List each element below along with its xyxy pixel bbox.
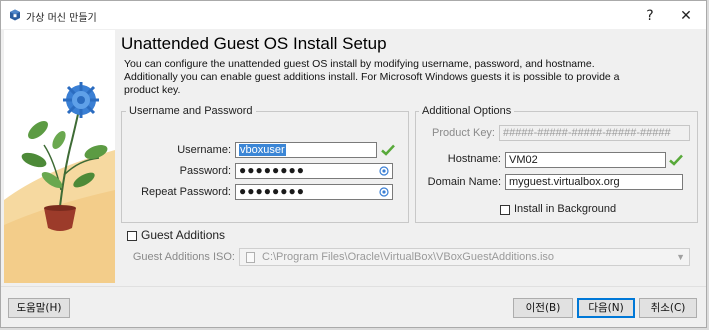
domain-name-value: myguest.virtualbox.org xyxy=(509,176,620,188)
button-bar: 도움말(H) 이전(B) 다음(N) 취소(C) xyxy=(1,286,706,327)
window-title: 가상 머신 만들기 xyxy=(26,13,97,24)
create-vm-dialog: 가상 머신 만들기 ? ✕ Unattended Guest OS Instal… xyxy=(0,0,707,328)
password-label: Password: xyxy=(179,165,231,177)
help-title-button[interactable]: ? xyxy=(635,5,665,27)
additional-options-group-title: Additional Options xyxy=(419,105,515,117)
username-value: vboxuser xyxy=(239,144,286,156)
repeat-password-value: ●●●●●●●● xyxy=(239,184,305,198)
wizard-illustration xyxy=(4,30,115,283)
iso-file-icon xyxy=(246,252,255,263)
hostname-valid-check-icon xyxy=(669,154,683,166)
password-value: ●●●●●●●● xyxy=(239,163,305,177)
guest-additions-checkbox[interactable] xyxy=(127,231,137,241)
show-repeat-password-icon[interactable] xyxy=(379,187,389,197)
hostname-field[interactable]: VM02 xyxy=(505,152,666,168)
title-bar: 가상 머신 만들기 ? ✕ xyxy=(1,1,706,29)
guest-additions-iso-path: C:\Program Files\Oracle\VirtualBox\VBoxG… xyxy=(262,251,555,263)
domain-name-label: Domain Name: xyxy=(427,176,501,188)
cancel-button[interactable]: 취소(C) xyxy=(639,298,697,318)
next-button[interactable]: 다음(N) xyxy=(577,298,635,318)
credentials-group-title: Username and Password xyxy=(126,105,256,117)
username-field[interactable]: vboxuser xyxy=(235,142,377,158)
username-valid-check-icon xyxy=(381,144,395,156)
install-background-label: Install in Background xyxy=(514,203,617,215)
guest-additions-label: Guest Additions xyxy=(141,228,226,242)
back-button[interactable]: 이전(B) xyxy=(513,298,573,318)
install-background-checkbox[interactable] xyxy=(500,205,510,215)
page-title: Unattended Guest OS Install Setup xyxy=(121,34,387,53)
page-description: You can configure the unattended guest O… xyxy=(124,58,620,96)
virtualbox-icon xyxy=(10,9,20,21)
product-key-label: Product Key: xyxy=(432,127,495,139)
product-key-field[interactable]: #####-#####-#####-#####-##### xyxy=(499,125,690,141)
show-password-icon[interactable] xyxy=(379,166,389,176)
hostname-label: Hostname: xyxy=(447,153,501,165)
close-button[interactable]: ✕ xyxy=(671,5,701,27)
username-label: Username: xyxy=(177,144,231,156)
hostname-value: VM02 xyxy=(509,154,538,166)
guest-additions-iso-label: Guest Additions ISO: xyxy=(132,251,235,263)
repeat-password-label: Repeat Password: xyxy=(141,186,231,198)
domain-name-field[interactable]: myguest.virtualbox.org xyxy=(505,174,683,190)
help-button[interactable]: 도움말(H) xyxy=(8,298,70,318)
product-key-placeholder: #####-#####-#####-#####-##### xyxy=(503,127,671,139)
repeat-password-field[interactable]: ●●●●●●●● xyxy=(235,184,393,200)
guest-additions-iso-combo[interactable]: C:\Program Files\Oracle\VirtualBox\VBoxG… xyxy=(239,248,690,266)
chevron-down-icon[interactable]: ▼ xyxy=(676,249,685,265)
password-field[interactable]: ●●●●●●●● xyxy=(235,163,393,179)
plant-illustration-icon xyxy=(4,30,115,283)
